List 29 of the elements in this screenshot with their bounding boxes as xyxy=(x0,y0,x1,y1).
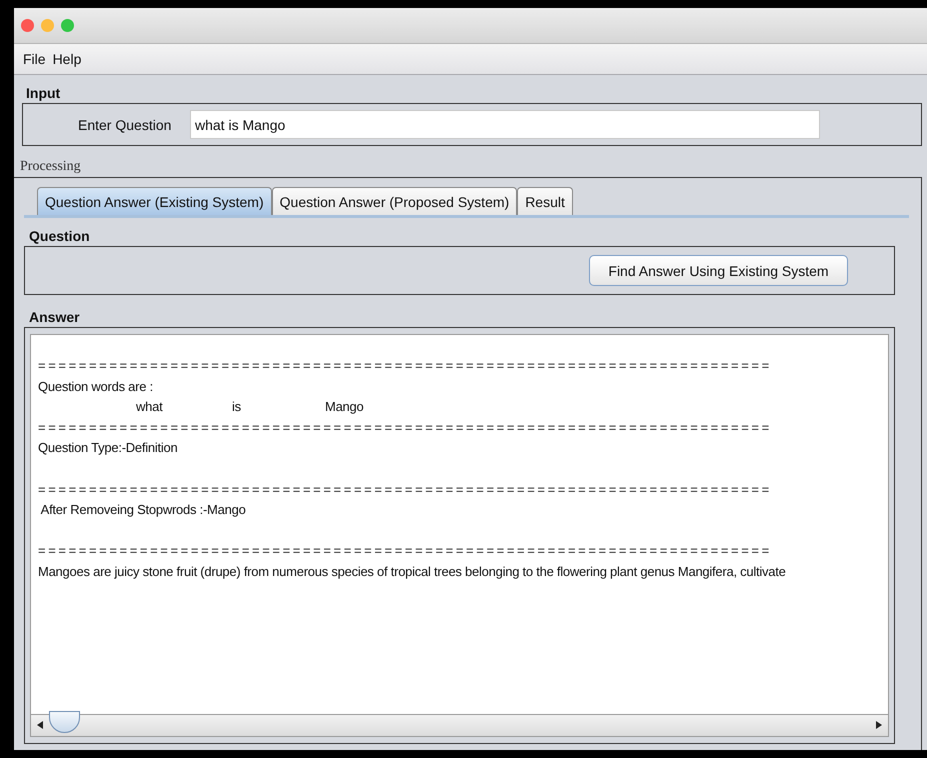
scroll-right-icon[interactable] xyxy=(875,721,883,729)
tab[interactable]: Question Answer (Existing System) xyxy=(37,187,272,215)
scroll-thumb[interactable] xyxy=(49,711,80,733)
find-answer-button[interactable]: Find Answer Using Existing System xyxy=(589,255,848,286)
tab[interactable]: Question Answer (Proposed System) xyxy=(272,187,518,215)
section-title: Question xyxy=(28,227,91,246)
tab[interactable]: Result xyxy=(517,187,573,215)
zoom-icon[interactable] xyxy=(61,19,74,32)
menu-item[interactable]: File xyxy=(23,51,46,67)
section-title: Processing xyxy=(19,158,82,176)
question-word: Mango xyxy=(325,398,364,416)
question-field[interactable]: what is Mango xyxy=(190,110,820,139)
menu-item[interactable]: Help xyxy=(52,51,82,67)
section-title: Answer xyxy=(28,308,81,327)
separator-line: ======================================================================== xyxy=(38,418,772,437)
question-word: what xyxy=(136,398,164,416)
minimize-icon[interactable] xyxy=(41,19,54,32)
separator-line: ======================================================================== xyxy=(38,357,772,375)
question-word: is xyxy=(232,398,242,416)
close-icon[interactable] xyxy=(21,19,34,32)
scroll-left-icon[interactable] xyxy=(36,721,44,729)
separator-line: ======================================================================== xyxy=(38,480,772,499)
answer-line: Question words are : xyxy=(38,378,153,396)
answer-line: Question Type:-Definition xyxy=(38,439,178,458)
field-label: Enter Question xyxy=(78,116,172,132)
answer-line: After Removeing Stopwrods :-Mango xyxy=(40,501,246,520)
section-title: Input xyxy=(25,84,62,103)
answer-line: Mangoes are juicy stone fruit (drupe) from numerous species of tropical trees belonging to the flowering plant genus Mangifera, cultivate xyxy=(38,562,786,581)
separator-line: ======================================================================== xyxy=(38,542,772,560)
